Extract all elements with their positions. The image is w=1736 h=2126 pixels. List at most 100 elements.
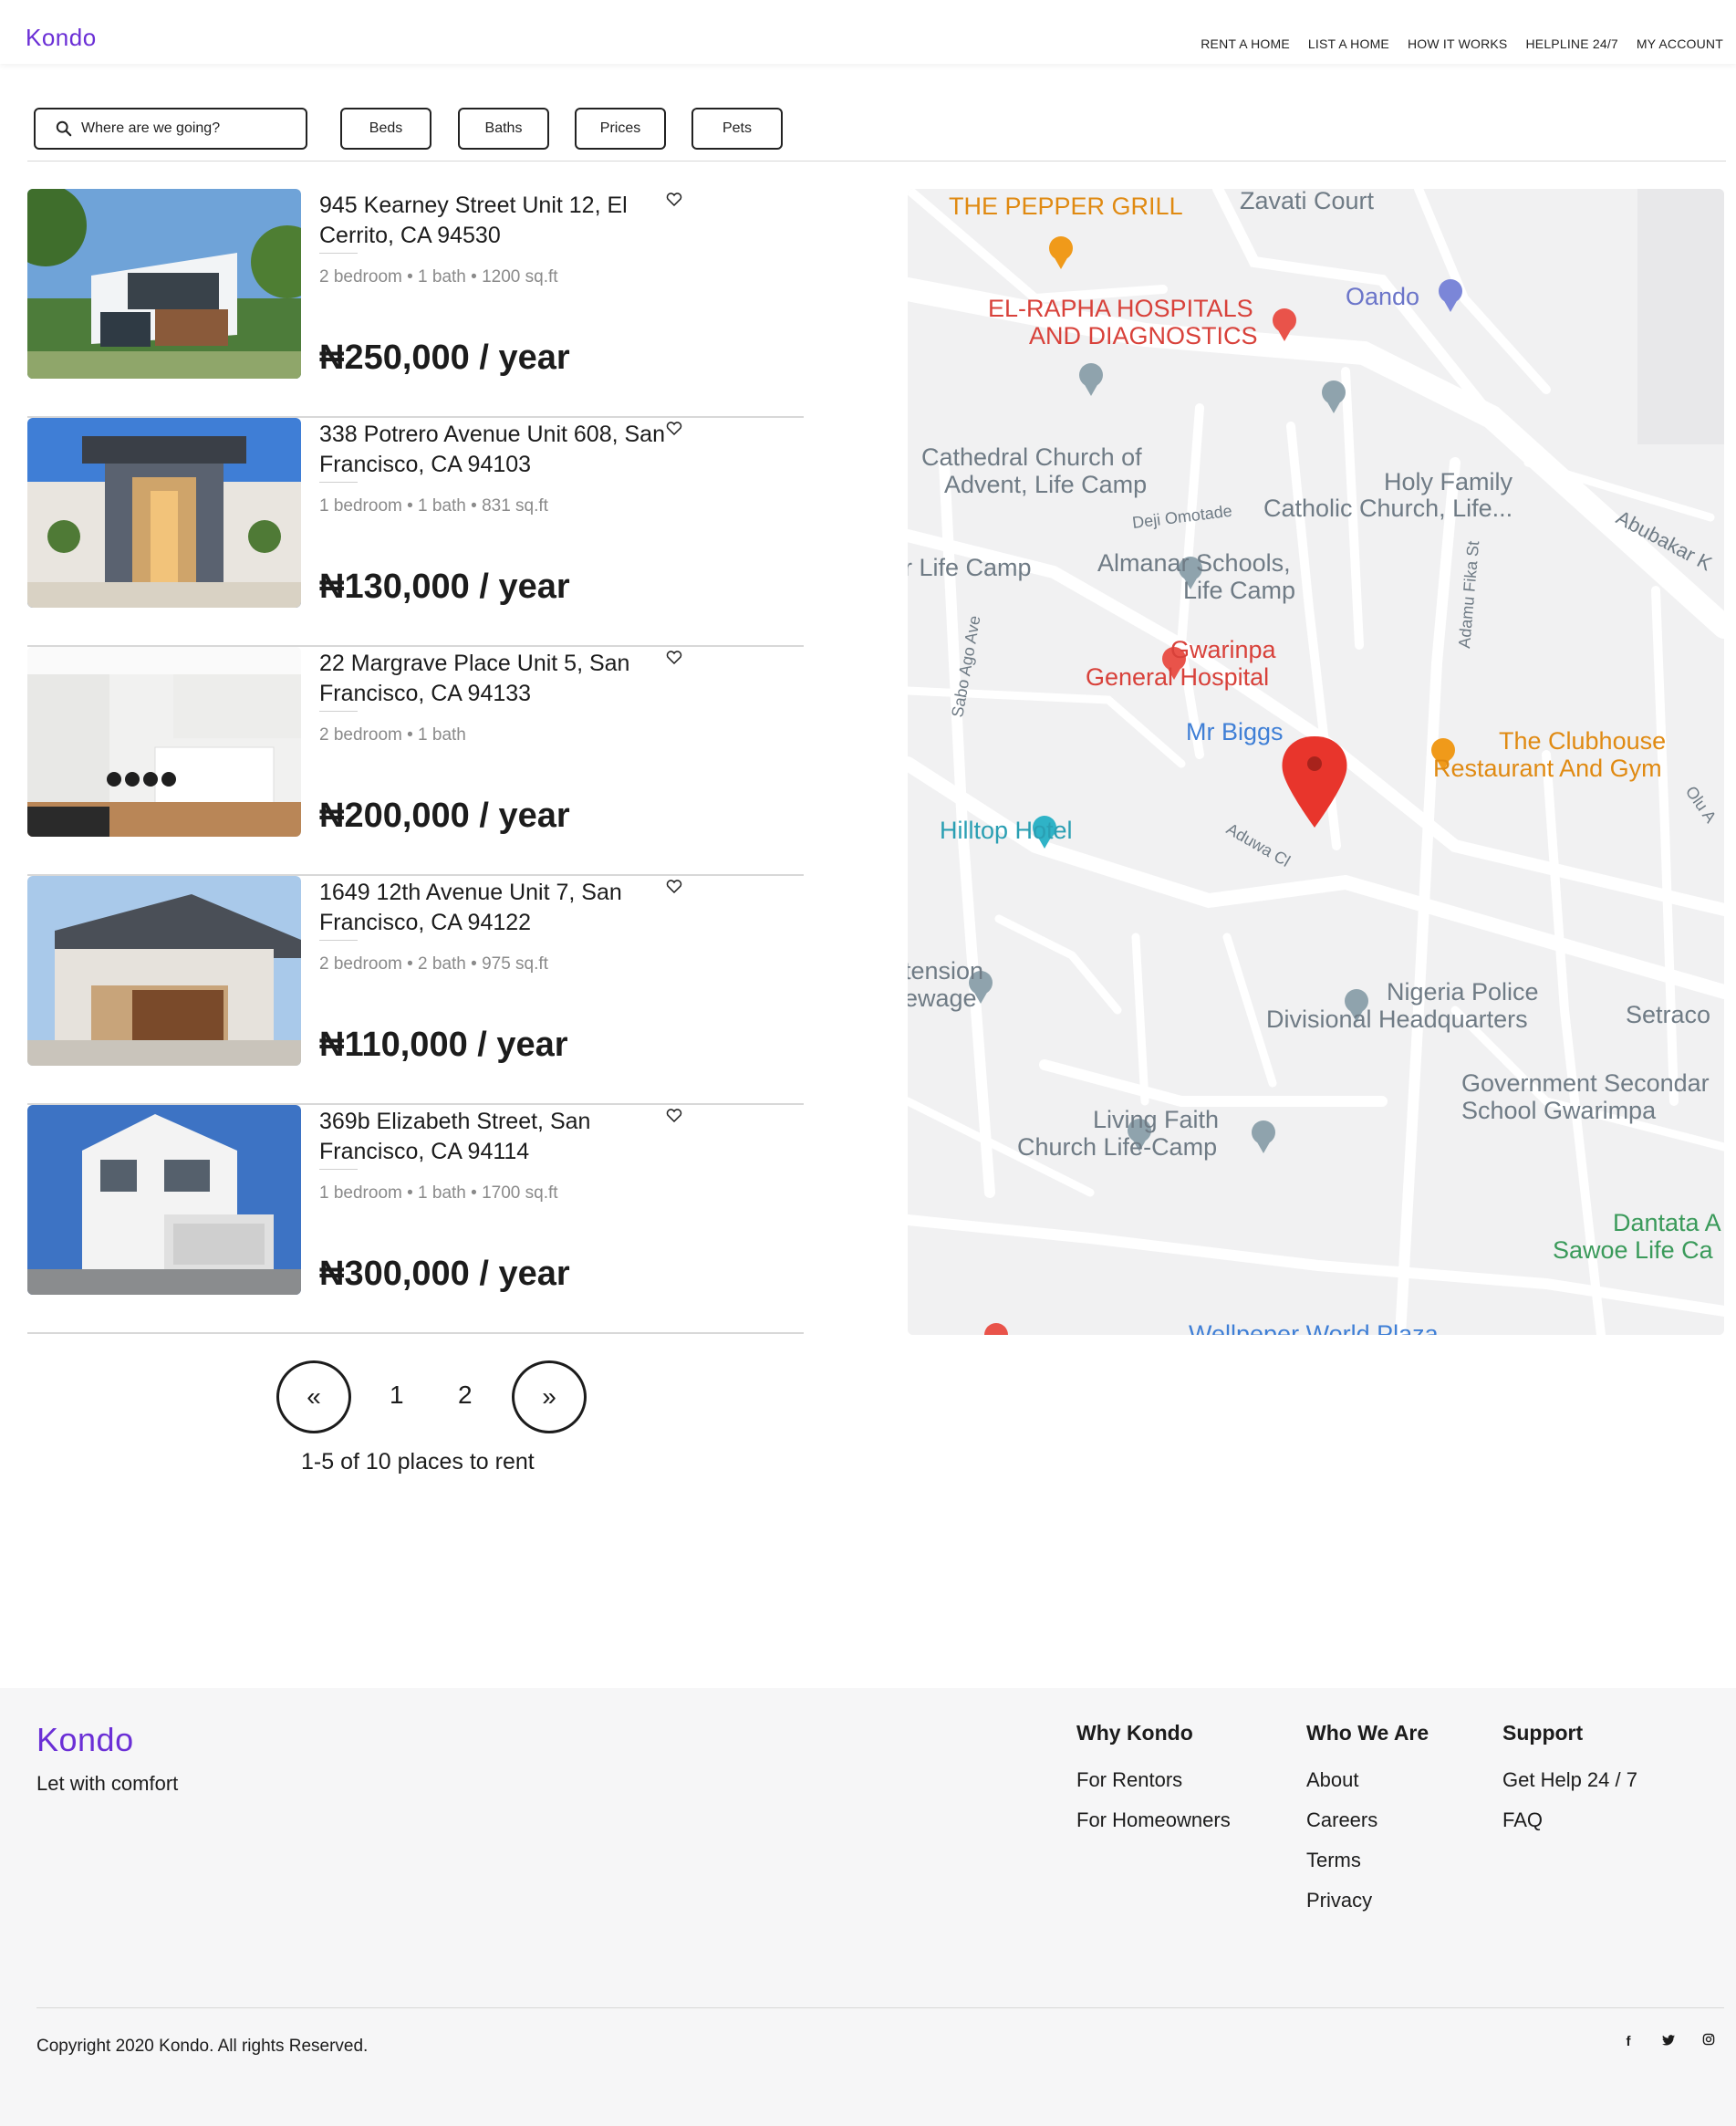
copyright-text: Copyright 2020 Kondo. All rights Reserve…: [36, 2037, 369, 2056]
search-icon: [56, 120, 72, 137]
listing-price: ₦110,000 / year: [319, 1026, 568, 1064]
footer-link-careers[interactable]: Careers: [1306, 1800, 1429, 1840]
social-links: f: [1621, 2033, 1716, 2049]
favorite-heart-icon[interactable]: [665, 1107, 683, 1125]
footer-column-support: Support Get Help 24 / 7 FAQ: [1502, 1721, 1637, 1840]
listing-specs: 2 bedroom • 1 bath: [319, 725, 466, 745]
listing-address[interactable]: 945 Kearney Street Unit 12, El Cerrito, …: [319, 191, 684, 251]
page-2-link[interactable]: 2: [458, 1381, 473, 1410]
footer-divider: [36, 2007, 1724, 2008]
map-label: r Life Camp: [908, 554, 1032, 581]
favorite-heart-icon[interactable]: [665, 649, 683, 667]
facebook-icon[interactable]: f: [1621, 2034, 1636, 2049]
listing-specs: 2 bedroom • 1 bath • 1200 sq.ft: [319, 267, 558, 287]
listing-specs: 1 bedroom • 1 bath • 1700 sq.ft: [319, 1183, 558, 1203]
map-label: Sawoe Life Ca: [1553, 1236, 1714, 1264]
map-label: Nigeria Police: [1387, 978, 1539, 1006]
map-label: Wellpeper World Plaza: [1189, 1320, 1440, 1335]
map-label: Dantata A: [1613, 1209, 1721, 1236]
instagram-icon[interactable]: [1701, 2033, 1716, 2049]
footer-column-title: Why Kondo: [1076, 1721, 1193, 1745]
footer: Kondo Let with comfort Why Kondo For Ren…: [0, 1688, 1736, 2126]
page-1-link[interactable]: 1: [390, 1381, 404, 1410]
pets-filter-button[interactable]: Pets: [691, 108, 783, 150]
beds-filter-button[interactable]: Beds: [340, 108, 431, 150]
footer-link-for-homeowners[interactable]: For Homeowners: [1076, 1800, 1231, 1840]
footer-tagline: Let with comfort: [36, 1772, 179, 1795]
next-page-button[interactable]: »: [512, 1360, 587, 1433]
listing-price: ₦300,000 / year: [319, 1255, 570, 1293]
filter-bar: Where are we going? Beds Baths Prices Pe…: [27, 107, 1726, 162]
map-label: Oando: [1346, 283, 1419, 310]
prices-filter-button[interactable]: Prices: [575, 108, 666, 150]
search-input[interactable]: Where are we going?: [34, 108, 307, 150]
listing-price: ₦130,000 / year: [319, 568, 570, 606]
map-label: Hilltop Hotel: [940, 817, 1073, 844]
listing-photo[interactable]: [27, 876, 301, 1066]
favorite-heart-icon[interactable]: [665, 878, 683, 896]
listing-address[interactable]: 338 Potrero Avenue Unit 608, San Francis…: [319, 420, 684, 480]
map-label: Almanar Schools,: [1097, 549, 1291, 577]
nav-rent-a-home[interactable]: RENT A HOME: [1201, 36, 1290, 51]
map-label: Mr Biggs: [1186, 718, 1284, 745]
favorite-heart-icon[interactable]: [665, 420, 683, 438]
map-label: EL-RAPHA HOSPITALS: [988, 295, 1253, 322]
twitter-icon[interactable]: [1661, 2034, 1676, 2049]
listing-price: ₦250,000 / year: [319, 339, 570, 377]
map-label: THE PEPPER GRILL: [949, 193, 1183, 220]
map-label: General Hospital: [1086, 663, 1269, 691]
map-label: Zavati Court: [1240, 189, 1375, 214]
map-label: Life Camp: [1183, 577, 1295, 604]
listing-address[interactable]: 1649 12th Avenue Unit 7, San Francisco, …: [319, 878, 684, 938]
footer-link-terms[interactable]: Terms: [1306, 1840, 1429, 1881]
divider: [319, 711, 358, 712]
map-label: Advent, Life Camp: [944, 471, 1147, 498]
listing-photo[interactable]: [27, 647, 301, 837]
map-label: Government Secondar: [1461, 1069, 1710, 1097]
footer-column-title: Support: [1502, 1721, 1584, 1745]
footer-link-faq[interactable]: FAQ: [1502, 1800, 1637, 1840]
listing-card[interactable]: 369b Elizabeth Street, San Francisco, CA…: [27, 1105, 804, 1334]
map-label: AND DIAGNOSTICS: [1029, 322, 1258, 349]
results-count: 1-5 of 10 places to rent: [301, 1449, 535, 1475]
nav-helpline[interactable]: HELPLINE 24/7: [1525, 36, 1617, 51]
map-label: Living Faith: [1093, 1106, 1219, 1133]
prev-page-button[interactable]: «: [276, 1360, 351, 1433]
map-label: Setraco: [1626, 1001, 1710, 1028]
footer-link-get-help[interactable]: Get Help 24 / 7: [1502, 1760, 1637, 1800]
map-label: ewage: [908, 985, 977, 1012]
listing-card[interactable]: 1649 12th Avenue Unit 7, San Francisco, …: [27, 876, 804, 1105]
listing-card[interactable]: 338 Potrero Avenue Unit 608, San Francis…: [27, 418, 804, 647]
map-label: Divisional Headquarters: [1266, 1006, 1528, 1033]
divider: [319, 940, 358, 941]
listing-photo[interactable]: [27, 1105, 301, 1295]
top-header: Kondo RENT A HOME LIST A HOME HOW IT WOR…: [0, 0, 1736, 64]
map-label: School Gwarimpa: [1461, 1097, 1657, 1124]
footer-logo[interactable]: Kondo: [36, 1721, 134, 1759]
listing-card[interactable]: 22 Margrave Place Unit 5, San Francisco,…: [27, 647, 804, 876]
kondo-logo[interactable]: Kondo: [26, 24, 97, 52]
map-label: Catholic Church, Life...: [1263, 495, 1513, 522]
footer-link-about[interactable]: About: [1306, 1760, 1429, 1800]
listing-card[interactable]: 945 Kearney Street Unit 12, El Cerrito, …: [27, 189, 804, 418]
listing-address[interactable]: 22 Margrave Place Unit 5, San Francisco,…: [319, 649, 684, 709]
listing-photo[interactable]: [27, 189, 301, 379]
listing-photo[interactable]: [27, 418, 301, 608]
listing-address[interactable]: 369b Elizabeth Street, San Francisco, CA…: [319, 1107, 684, 1167]
divider: [319, 253, 358, 254]
map-label: Holy Family: [1384, 468, 1513, 495]
map-label: Restaurant And Gym: [1433, 755, 1662, 782]
listing-specs: 2 bedroom • 2 bath • 975 sq.ft: [319, 954, 548, 974]
nav-list-a-home[interactable]: LIST A HOME: [1308, 36, 1389, 51]
map-view[interactable]: THE PEPPER GRILL Zavati Court Oando EL-R…: [908, 189, 1724, 1335]
listing-price: ₦200,000 / year: [319, 797, 570, 835]
pagination: « 1 2 »: [276, 1360, 587, 1433]
divider: [319, 1169, 358, 1170]
footer-link-privacy[interactable]: Privacy: [1306, 1881, 1429, 1921]
favorite-heart-icon[interactable]: [665, 191, 683, 209]
nav-my-account[interactable]: MY ACCOUNT: [1637, 36, 1723, 51]
baths-filter-button[interactable]: Baths: [458, 108, 549, 150]
map-label: The Clubhouse: [1499, 727, 1666, 755]
footer-link-for-rentors[interactable]: For Rentors: [1076, 1760, 1231, 1800]
nav-how-it-works[interactable]: HOW IT WORKS: [1408, 36, 1507, 51]
